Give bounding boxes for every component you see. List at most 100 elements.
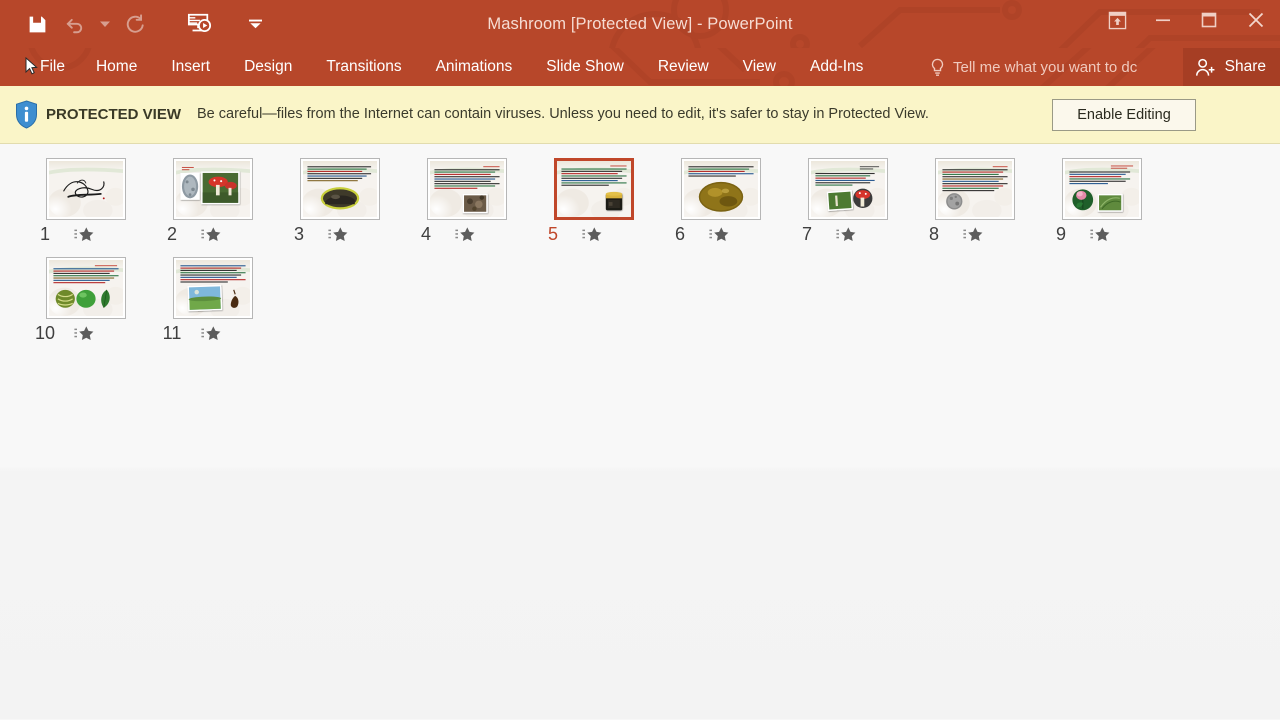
tab-insert-label: Insert (171, 58, 211, 75)
slide-thumbnail-5[interactable]: 5 (530, 158, 657, 245)
tell-me-label: Tell me what you want to dc (953, 58, 1138, 76)
slide-sorter-pane[interactable]: 1 2 3 4 5 6 7 8 9 10 11 (0, 144, 1280, 719)
slide-thumbnail-frame[interactable] (45, 257, 126, 319)
tab-home[interactable]: Home (79, 48, 154, 86)
slide-thumbnail-frame[interactable] (172, 257, 253, 319)
animation-star-icon[interactable] (574, 226, 610, 244)
tell-me-search[interactable]: Tell me what you want to dc (930, 48, 1190, 86)
slide-thumbnail-1[interactable]: 1 (22, 158, 149, 245)
slide-thumbnail-frame[interactable] (553, 158, 634, 220)
animation-star-icon[interactable] (955, 226, 991, 244)
animation-star-icon[interactable] (320, 226, 356, 244)
slide-thumbnail-2[interactable]: 2 (149, 158, 276, 245)
redo-button[interactable] (116, 7, 154, 41)
close-icon (1248, 12, 1264, 28)
slide-thumbnail-10[interactable]: 10 (22, 257, 149, 344)
slide-number: 3 (293, 224, 304, 244)
slide-meta: 6 (657, 220, 784, 245)
slide-thumbnail-7[interactable]: 7 (784, 158, 911, 245)
close-button[interactable] (1232, 1, 1280, 39)
slide-thumbnail-9[interactable]: 9 (1038, 158, 1165, 245)
ribbon-tab-bar: File Home Insert Design Transitions Anim… (0, 48, 1280, 86)
slide-preview-image (175, 260, 250, 316)
slide-number: 11 (162, 323, 182, 343)
undo-dropdown[interactable] (94, 7, 116, 41)
lightbulb-icon (931, 58, 944, 76)
tab-design[interactable]: Design (227, 48, 309, 86)
animation-star-icon[interactable] (447, 226, 483, 244)
animation-star-icon[interactable] (828, 226, 864, 244)
slide-meta: 5 (530, 220, 657, 245)
ribbon-display-options-button[interactable] (1094, 1, 1140, 39)
enable-editing-label: Enable Editing (1077, 106, 1171, 123)
slide-meta: 10 (22, 319, 149, 344)
slide-meta: 2 (149, 220, 276, 245)
tab-review-label: Review (657, 58, 709, 75)
chevron-down-icon (248, 19, 262, 29)
slide-number: 7 (801, 224, 812, 244)
ribbon-tabs: File Home Insert Design Transitions Anim… (0, 48, 880, 86)
slide-preview-image (556, 161, 631, 217)
animation-star-icon[interactable] (1082, 226, 1118, 244)
minimize-button[interactable] (1140, 1, 1186, 39)
slide-meta: 3 (276, 220, 403, 245)
redo-icon (126, 14, 144, 33)
start-presentation-button[interactable] (180, 7, 218, 41)
ribbon-display-icon (1108, 11, 1126, 29)
tab-transitions[interactable]: Transitions (309, 48, 418, 86)
slide-thumbnail-frame[interactable] (45, 158, 126, 220)
animation-star-icon[interactable] (66, 325, 102, 343)
info-shield-icon (10, 100, 42, 129)
animation-star-icon[interactable] (701, 226, 737, 244)
tab-view[interactable]: View (726, 48, 793, 86)
tab-transitions-label: Transitions (326, 58, 402, 75)
slide-thumbnail-8[interactable]: 8 (911, 158, 1038, 245)
slide-thumbnail-frame[interactable] (934, 158, 1015, 220)
slide-meta: 7 (784, 220, 911, 245)
slide-preview-image (48, 260, 123, 316)
slide-preview-image (937, 161, 1012, 217)
start-from-beginning-icon (187, 13, 212, 32)
undo-button[interactable] (56, 7, 94, 41)
protected-view-bar: PROTECTED VIEW Be careful—files from the… (0, 86, 1280, 144)
slide-meta: 1 (22, 220, 149, 245)
slide-preview-image (429, 161, 504, 217)
tab-review[interactable]: Review (641, 48, 726, 86)
animation-star-icon[interactable] (193, 325, 229, 343)
share-person-icon (1195, 58, 1215, 76)
slide-thumbnail-frame[interactable] (1061, 158, 1142, 220)
mouse-cursor-icon (25, 56, 38, 74)
slide-thumbnail-6[interactable]: 6 (657, 158, 784, 245)
share-button[interactable]: Share (1182, 48, 1280, 86)
protected-view-message: Be careful—files from the Internet can c… (197, 105, 929, 122)
save-button[interactable] (18, 7, 56, 41)
animation-star-icon[interactable] (66, 226, 102, 244)
slide-number: 8 (928, 224, 939, 244)
enable-editing-button[interactable]: Enable Editing (1052, 98, 1197, 131)
slide-preview-image (683, 161, 758, 217)
tab-insert[interactable]: Insert (154, 48, 227, 86)
minimize-icon (1156, 19, 1170, 22)
slide-thumbnail-frame[interactable] (680, 158, 761, 220)
slide-thumbnail-4[interactable]: 4 (403, 158, 530, 245)
slide-meta: 9 (1038, 220, 1165, 245)
customize-qat-button[interactable] (244, 7, 266, 41)
tab-add-ins[interactable]: Add-Ins (793, 48, 880, 86)
slide-thumbnail-frame[interactable] (172, 158, 253, 220)
tab-view-label: View (742, 58, 776, 75)
slide-thumbnail-frame[interactable] (299, 158, 380, 220)
slide-thumbnail-frame[interactable] (426, 158, 507, 220)
maximize-button[interactable] (1186, 1, 1232, 39)
slide-number: 9 (1055, 224, 1066, 244)
slide-thumbnail-frame[interactable] (807, 158, 888, 220)
slide-meta: 4 (403, 220, 530, 245)
slide-thumbnail-3[interactable]: 3 (276, 158, 403, 245)
tab-file[interactable]: File (0, 48, 79, 86)
slide-meta: 11 (149, 319, 276, 344)
tab-slide-show[interactable]: Slide Show (529, 48, 641, 86)
slide-number: 5 (547, 224, 558, 244)
quick-access-toolbar (0, 7, 266, 41)
animation-star-icon[interactable] (193, 226, 229, 244)
slide-thumbnail-11[interactable]: 11 (149, 257, 276, 344)
tab-animations[interactable]: Animations (419, 48, 530, 86)
